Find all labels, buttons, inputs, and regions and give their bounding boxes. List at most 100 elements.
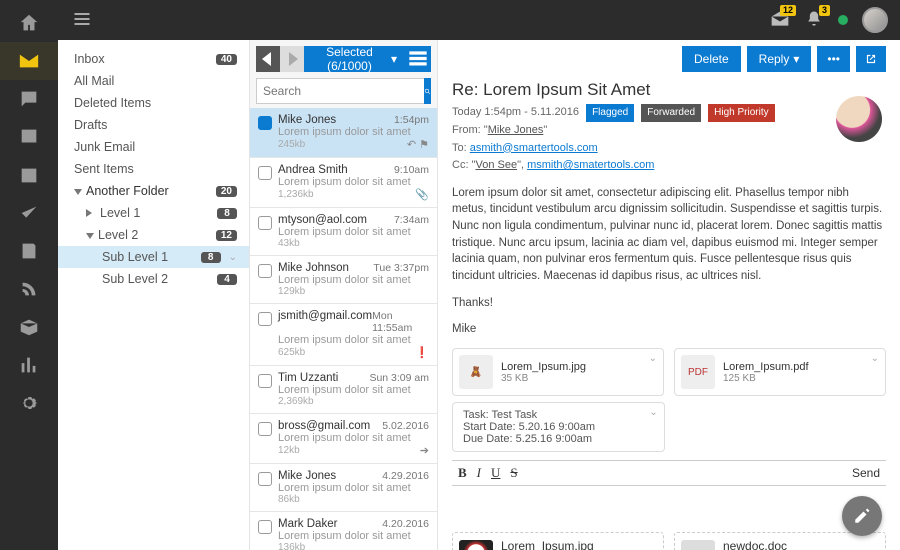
folder-level2[interactable]: Level 212 xyxy=(58,224,249,246)
folder-sent[interactable]: Sent Items xyxy=(58,158,249,180)
folder-all-mail[interactable]: All Mail xyxy=(58,70,249,92)
box-icon xyxy=(18,316,40,338)
message-checkbox[interactable] xyxy=(258,422,272,436)
strike-button[interactable]: S xyxy=(510,465,517,481)
cc-address[interactable]: msmith@smatertools.com xyxy=(527,159,654,171)
reply-button[interactable]: Reply▾ xyxy=(747,46,812,72)
user-avatar[interactable] xyxy=(862,7,888,33)
message-size: 2,369kb xyxy=(278,396,314,407)
message-checkbox[interactable] xyxy=(258,312,272,326)
compose-attachment-1[interactable]: Lorem_Ipsum.jpg35 KB ⌄ xyxy=(452,532,664,550)
bold-button[interactable]: B xyxy=(458,465,467,481)
more-actions-button[interactable]: ••• xyxy=(817,46,850,72)
compose-fab[interactable] xyxy=(842,496,882,536)
nav-contacts[interactable] xyxy=(0,118,58,156)
message-checkbox[interactable] xyxy=(258,166,272,180)
check-icon xyxy=(18,202,40,224)
folder-level1[interactable]: Level 18 xyxy=(58,202,249,224)
chevron-down-icon[interactable]: ⌄ xyxy=(649,407,657,418)
mail-icon xyxy=(18,50,40,72)
message-preview: Lorem ipsum dolor sit amet xyxy=(278,334,429,346)
nav-settings[interactable] xyxy=(0,384,58,422)
message-item[interactable]: Mike Jones1:54pmLorem ipsum dolor sit am… xyxy=(250,108,437,158)
compose-attachment-2[interactable]: newdoc.doc125 KB ⌄ xyxy=(674,532,886,550)
message-time: Mon 11:55am xyxy=(372,310,429,334)
message-size: 245kb xyxy=(278,139,305,150)
message-preview: Lorem ipsum dolor sit amet xyxy=(278,530,429,542)
mail-badge: 12 xyxy=(780,5,796,16)
selection-dropdown[interactable]: Selected (6/1000)▾ xyxy=(304,46,405,72)
menu-toggle[interactable] xyxy=(72,9,92,32)
message-time: Sun 3:09 am xyxy=(369,372,429,384)
chevron-down-icon[interactable]: ⌄ xyxy=(795,546,805,550)
chevron-down-icon[interactable]: ⌄ xyxy=(871,353,879,364)
folder-another[interactable]: Another Folder20 xyxy=(58,180,249,202)
message-checkbox[interactable] xyxy=(258,374,272,388)
underline-button[interactable]: U xyxy=(491,465,500,481)
nav-calendar[interactable] xyxy=(0,156,58,194)
chevron-down-icon[interactable]: ⌄ xyxy=(649,353,657,364)
italic-button[interactable]: I xyxy=(477,465,481,481)
image-thumb-icon: 🧸 xyxy=(459,355,493,389)
folder-sublevel1[interactable]: Sub Level 18⌄ xyxy=(58,246,249,268)
message-body: Lorem ipsum dolor sit amet, consectetur … xyxy=(452,185,886,285)
message-item[interactable]: Tim UzzantiSun 3:09 amLorem ipsum dolor … xyxy=(250,366,437,414)
popout-button[interactable] xyxy=(856,46,886,72)
nav-notes[interactable] xyxy=(0,232,58,270)
nav-mail[interactable] xyxy=(0,42,58,80)
folder-drafts[interactable]: Drafts xyxy=(58,114,249,136)
message-status-icon: ❗ xyxy=(415,346,429,359)
nav-files[interactable] xyxy=(0,308,58,346)
list-prev-button[interactable] xyxy=(256,46,280,72)
presence-indicator[interactable] xyxy=(838,15,848,25)
nav-tasks[interactable] xyxy=(0,194,58,232)
bars-icon xyxy=(18,354,40,376)
message-checkbox[interactable] xyxy=(258,520,272,534)
message-checkbox[interactable] xyxy=(258,472,272,486)
message-item[interactable]: Andrea Smith9:10amLorem ipsum dolor sit … xyxy=(250,158,437,208)
sender-avatar xyxy=(836,96,882,142)
folder-sublevel2[interactable]: Sub Level 24 xyxy=(58,268,249,290)
message-signature: Mike xyxy=(452,321,886,338)
message-item[interactable]: Mark Daker4.20.2016Lorem ipsum dolor sit… xyxy=(250,512,437,550)
nav-home[interactable] xyxy=(0,4,58,42)
topbar-mail[interactable]: 12 xyxy=(770,9,790,32)
send-button[interactable]: Send xyxy=(852,466,880,480)
to-address[interactable]: asmith@smartertools.com xyxy=(470,142,598,154)
list-next-button[interactable] xyxy=(280,46,304,72)
compose-textarea[interactable] xyxy=(452,486,886,532)
message-checkbox[interactable] xyxy=(258,216,272,230)
attachment-2[interactable]: PDF Lorem_Ipsum.pdf125 KB ⌄ xyxy=(674,348,886,396)
message-item[interactable]: mtyson@aol.com7:34amLorem ipsum dolor si… xyxy=(250,208,437,256)
chevron-down-icon[interactable]: ⌄ xyxy=(602,546,612,550)
message-item[interactable]: Mike JohnsonTue 3:37pmLorem ipsum dolor … xyxy=(250,256,437,304)
message-size: 1,236kb xyxy=(278,189,314,200)
nav-rss[interactable] xyxy=(0,270,58,308)
contacts-icon xyxy=(18,126,40,148)
message-item[interactable]: Mike Jones4.29.2016Lorem ipsum dolor sit… xyxy=(250,464,437,512)
delete-button[interactable]: Delete xyxy=(682,46,741,72)
search-button[interactable] xyxy=(424,78,431,104)
pdf-icon: PDF xyxy=(681,355,715,389)
attachment-1[interactable]: 🧸 Lorem_Ipsum.jpg35 KB ⌄ xyxy=(452,348,664,396)
topbar-notifications[interactable]: 3 xyxy=(804,9,824,32)
layout-toggle-button[interactable] xyxy=(405,46,431,72)
message-preview: Lorem ipsum dolor sit amet xyxy=(278,384,429,396)
search-input[interactable] xyxy=(256,78,424,104)
folder-inbox[interactable]: Inbox40 xyxy=(58,48,249,70)
nav-chat[interactable] xyxy=(0,80,58,118)
task-card[interactable]: Task: Test Task Start Date: 5.20.16 9:00… xyxy=(452,402,665,452)
notif-badge: 3 xyxy=(819,5,830,16)
message-time: 5.02.2016 xyxy=(382,420,429,432)
nav-reports[interactable] xyxy=(0,346,58,384)
popout-icon xyxy=(864,52,878,66)
folder-deleted[interactable]: Deleted Items xyxy=(58,92,249,114)
message-checkbox[interactable] xyxy=(258,264,272,278)
message-item[interactable]: jsmith@gmail.comMon 11:55amLorem ipsum d… xyxy=(250,304,437,366)
message-item[interactable]: bross@gmail.com5.02.2016Lorem ipsum dolo… xyxy=(250,414,437,464)
cc-name[interactable]: Von See xyxy=(475,159,517,171)
folder-junk[interactable]: Junk Email xyxy=(58,136,249,158)
nav-rail xyxy=(0,0,58,550)
message-checkbox[interactable] xyxy=(258,116,272,130)
from-name[interactable]: Mike Jones xyxy=(488,124,544,136)
